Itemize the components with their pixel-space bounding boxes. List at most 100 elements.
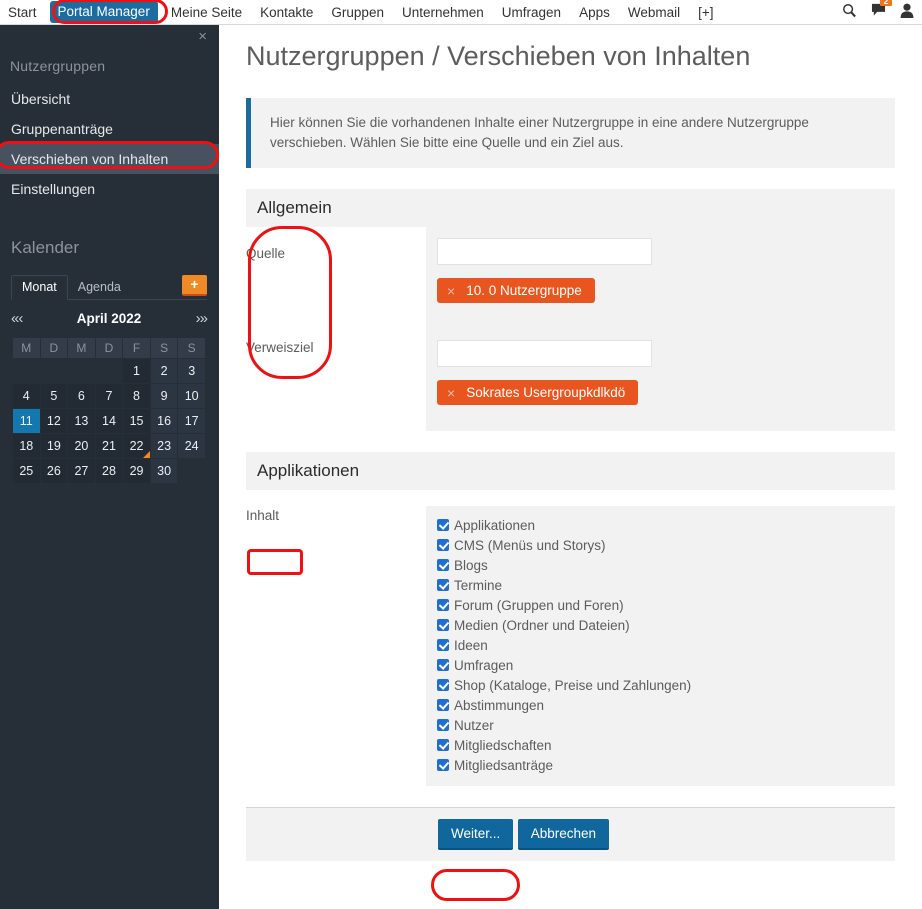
checkbox-row[interactable]: Blogs: [437, 555, 895, 575]
calendar-day[interactable]: 30: [151, 459, 178, 483]
calendar-day[interactable]: 18: [13, 434, 40, 458]
checkbox-checked-icon[interactable]: [437, 579, 449, 591]
calendar-add-button[interactable]: +: [182, 275, 207, 296]
nav-item-apps[interactable]: Apps: [570, 0, 619, 25]
quelle-tag[interactable]: × 10. 0 Nutzergruppe: [437, 278, 595, 303]
calendar-day[interactable]: 11: [13, 409, 40, 433]
calendar-day-empty: [178, 459, 205, 483]
calendar-day[interactable]: 3: [178, 359, 205, 383]
checkbox-row[interactable]: CMS (Menüs und Storys): [437, 535, 895, 555]
calendar-day[interactable]: 25: [13, 459, 40, 483]
calendar-tabs: MonatAgenda +: [11, 272, 207, 300]
calendar-tab-agenda[interactable]: Agenda: [68, 276, 131, 299]
calendar-day[interactable]: 24: [178, 434, 205, 458]
checkbox-checked-icon[interactable]: [437, 759, 449, 771]
search-icon[interactable]: [842, 3, 857, 23]
form-actions: Weiter... Abbrechen: [246, 808, 895, 861]
calendar-day[interactable]: 19: [41, 434, 68, 458]
sidebar-item-gruppenanträge[interactable]: Gruppenanträge: [0, 114, 219, 144]
calendar-day[interactable]: 9: [151, 384, 178, 408]
calendar-day[interactable]: 27: [68, 459, 95, 483]
calendar-day[interactable]: 22: [123, 434, 150, 458]
calendar-day[interactable]: 13: [68, 409, 95, 433]
messages-icon[interactable]: 2: [871, 3, 886, 22]
checkbox-checked-icon[interactable]: [437, 639, 449, 651]
calendar-day[interactable]: 8: [123, 384, 150, 408]
verweisziel-search-input[interactable]: [437, 340, 652, 367]
calendar-day[interactable]: 4: [13, 384, 40, 408]
nav-item-meine-seite[interactable]: Meine Seite: [162, 0, 251, 25]
checkbox-checked-icon[interactable]: [437, 619, 449, 631]
calendar-day[interactable]: 1: [123, 359, 150, 383]
calendar-day[interactable]: 20: [68, 434, 95, 458]
nav-item-webmail[interactable]: Webmail: [619, 0, 689, 25]
sidebar-close-icon[interactable]: ×: [198, 29, 207, 45]
calendar-month-label: April 2022: [77, 311, 142, 326]
calendar-weekday: M: [68, 338, 95, 358]
checkbox-checked-icon[interactable]: [437, 559, 449, 571]
nav-item-umfragen[interactable]: Umfragen: [493, 0, 570, 25]
checkbox-label: CMS (Menüs und Storys): [454, 538, 606, 553]
checkbox-checked-icon[interactable]: [437, 719, 449, 731]
calendar-day[interactable]: 16: [151, 409, 178, 433]
nav-item-start[interactable]: Start: [0, 0, 46, 25]
calendar-day[interactable]: 6: [68, 384, 95, 408]
checkbox-checked-icon[interactable]: [437, 539, 449, 551]
quelle-input-block: × 10. 0 Nutzergruppe: [426, 227, 895, 329]
quelle-tag-remove-icon[interactable]: ×: [447, 284, 455, 298]
checkbox-row[interactable]: Shop (Kataloge, Preise und Zahlungen): [437, 675, 895, 695]
nav-item-[interactable]: [+]: [689, 0, 722, 25]
calendar-day[interactable]: 2: [151, 359, 178, 383]
calendar-weekday: S: [151, 338, 178, 358]
verweisziel-input-block: × Sokrates Usergroupkdlkdö: [426, 329, 895, 431]
sidebar-item-übersicht[interactable]: Übersicht: [0, 84, 219, 114]
checkbox-row[interactable]: Nutzer: [437, 715, 895, 735]
checkbox-checked-icon[interactable]: [437, 699, 449, 711]
checkbox-row[interactable]: Forum (Gruppen und Foren): [437, 595, 895, 615]
calendar-day[interactable]: 12: [41, 409, 68, 433]
calendar-day[interactable]: 5: [41, 384, 68, 408]
checkbox-checked-icon[interactable]: [437, 659, 449, 671]
checkbox-row[interactable]: Abstimmungen: [437, 695, 895, 715]
checkbox-row[interactable]: Umfragen: [437, 655, 895, 675]
calendar-day[interactable]: 26: [41, 459, 68, 483]
calendar-day-empty: [41, 359, 68, 383]
calendar-day[interactable]: 14: [96, 409, 123, 433]
top-nav-icons: 2: [842, 0, 914, 25]
checkbox-checked-icon[interactable]: [437, 519, 449, 531]
nav-item-gruppen[interactable]: Gruppen: [322, 0, 393, 25]
calendar-day[interactable]: 23: [151, 434, 178, 458]
nav-item-kontakte[interactable]: Kontakte: [251, 0, 322, 25]
verweisziel-tag[interactable]: × Sokrates Usergroupkdlkdö: [437, 380, 638, 405]
checkbox-row[interactable]: Termine: [437, 575, 895, 595]
checkbox-row[interactable]: Mitgliedschaften: [437, 735, 895, 755]
checkbox-row[interactable]: Medien (Ordner und Dateien): [437, 615, 895, 635]
checkbox-row[interactable]: Applikationen: [437, 515, 895, 535]
checkbox-checked-icon[interactable]: [437, 739, 449, 751]
calendar-day[interactable]: 15: [123, 409, 150, 433]
checkbox-checked-icon[interactable]: [437, 679, 449, 691]
checkbox-row[interactable]: Ideen: [437, 635, 895, 655]
calendar-day[interactable]: 10: [178, 384, 205, 408]
submit-button[interactable]: Weiter...: [438, 819, 513, 850]
checkbox-row[interactable]: Mitgliedsanträge: [437, 755, 895, 775]
calendar-day[interactable]: 17: [178, 409, 205, 433]
calendar-next-button[interactable]: ›»: [196, 310, 207, 327]
sidebar-item-verschieben-von-inhalten[interactable]: Verschieben von Inhalten: [0, 144, 219, 174]
sidebar-item-einstellungen[interactable]: Einstellungen: [0, 174, 219, 204]
checkbox-label: Umfragen: [454, 658, 513, 673]
nav-item-portal-manager[interactable]: Portal Manager: [50, 1, 158, 23]
verweisziel-tag-remove-icon[interactable]: ×: [447, 386, 455, 400]
calendar-day[interactable]: 28: [96, 459, 123, 483]
checkbox-checked-icon[interactable]: [437, 599, 449, 611]
quelle-search-input[interactable]: [437, 238, 652, 265]
section-header-applications: Applikationen: [246, 452, 895, 490]
calendar-prev-button[interactable]: «‹: [11, 310, 22, 327]
nav-item-unternehmen[interactable]: Unternehmen: [393, 0, 493, 25]
calendar-tab-monat[interactable]: Monat: [11, 275, 68, 300]
calendar-day[interactable]: 7: [96, 384, 123, 408]
user-icon[interactable]: [900, 3, 914, 23]
calendar-day[interactable]: 29: [123, 459, 150, 483]
cancel-button[interactable]: Abbrechen: [518, 819, 609, 850]
calendar-day[interactable]: 21: [96, 434, 123, 458]
